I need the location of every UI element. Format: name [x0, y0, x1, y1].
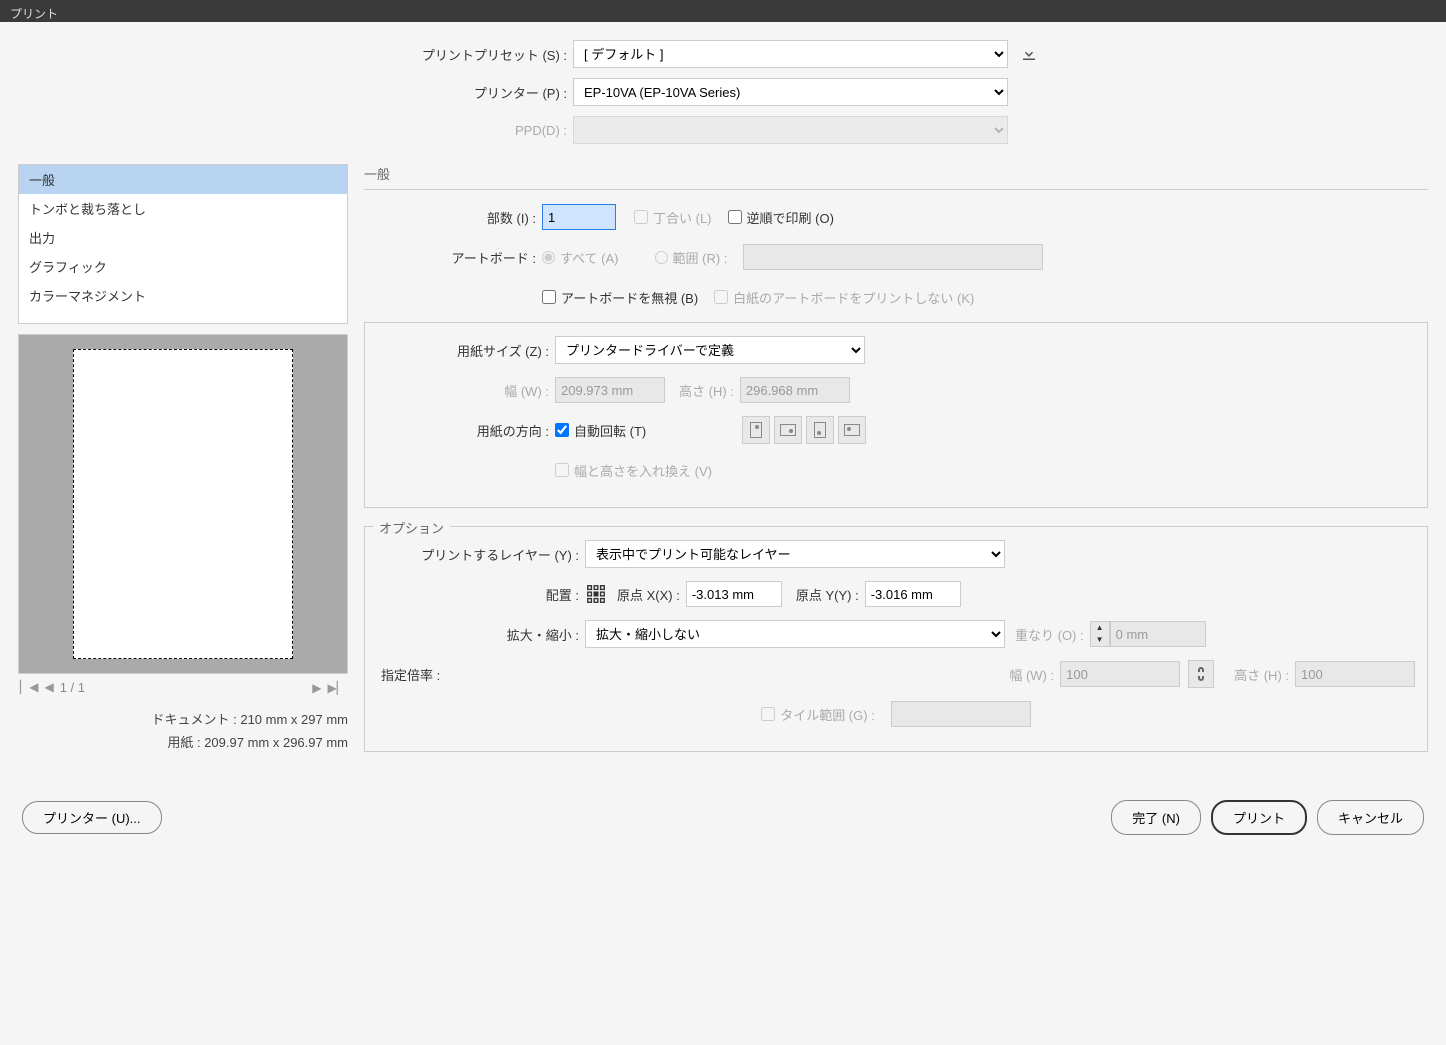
- tile-range-label: タイル範囲 (G) :: [780, 705, 875, 724]
- scale-h-input: [1295, 661, 1415, 687]
- skip-blank-label: 白紙のアートボードをプリントしない (K): [733, 288, 974, 307]
- cancel-button[interactable]: キャンセル: [1317, 800, 1424, 835]
- copies-label: 部数 (I) :: [364, 208, 542, 227]
- scale-w-input: [1060, 661, 1180, 687]
- origin-x-label: 原点 X(X) :: [617, 585, 680, 604]
- category-item-color[interactable]: カラーマネジメント: [19, 281, 347, 310]
- scale-label: 拡大・縮小 :: [377, 625, 585, 644]
- tile-range-input: [891, 701, 1031, 727]
- preview-box: [18, 334, 348, 674]
- category-item-graphics[interactable]: グラフィック: [19, 252, 347, 281]
- orient-landscape-left-icon: [774, 416, 802, 444]
- overlap-input: [1110, 621, 1206, 647]
- doc-value: 210 mm x 297 mm: [240, 712, 348, 727]
- ppd-select: [573, 116, 1008, 144]
- paper-label: 用紙 :: [167, 735, 200, 750]
- artboard-all-radio: [542, 251, 555, 264]
- ppd-label: PPD(D) :: [18, 123, 573, 138]
- save-preset-icon[interactable]: [1018, 43, 1040, 65]
- ignore-artboard-label: アートボードを無視 (B): [561, 288, 698, 307]
- artboard-label: アートボード :: [364, 248, 542, 267]
- ignore-artboard-checkbox[interactable]: [542, 290, 556, 304]
- auto-rotate-label: 自動回転 (T): [574, 421, 646, 440]
- reverse-label: 逆順で印刷 (O): [747, 208, 834, 227]
- preview-page: [73, 349, 293, 659]
- section-general: 一般: [364, 164, 1428, 190]
- layers-label: プリントするレイヤー (Y) :: [377, 545, 585, 564]
- printer-select[interactable]: EP-10VA (EP-10VA Series): [573, 78, 1008, 106]
- ratio-label: 指定倍率 :: [377, 665, 467, 684]
- skip-blank-checkbox: [714, 290, 728, 304]
- transpose-label: 幅と高さを入れ換え (V): [574, 461, 712, 480]
- nav-first-icon[interactable]: ▏◀: [20, 680, 38, 695]
- nav-prev-icon[interactable]: ◀: [44, 680, 53, 695]
- done-button[interactable]: 完了 (N): [1111, 800, 1201, 835]
- placement-label: 配置 :: [377, 585, 585, 604]
- dialog-title: プリント: [0, 0, 1446, 22]
- page-indicator: 1 / 1: [60, 680, 85, 695]
- overlap-label: 重なり (O) :: [1015, 625, 1084, 644]
- scale-h-label: 高さ (H) :: [1234, 665, 1289, 684]
- category-item-general[interactable]: 一般: [19, 165, 347, 194]
- orient-portrait-up-icon: [742, 416, 770, 444]
- origin-y-label: 原点 Y(Y) :: [796, 585, 859, 604]
- copies-input[interactable]: [542, 204, 616, 230]
- transpose-checkbox: [555, 463, 569, 477]
- placement-grid-icon[interactable]: [585, 583, 607, 605]
- category-list[interactable]: 一般 トンボと裁ち落とし 出力 グラフィック カラーマネジメント: [18, 164, 348, 324]
- doc-label: ドキュメント :: [151, 712, 236, 727]
- link-icon: [1188, 660, 1214, 688]
- category-item-marks[interactable]: トンボと裁ち落とし: [19, 194, 347, 223]
- overlap-stepper: ▲▼: [1090, 621, 1110, 647]
- paper-height-input: [740, 377, 850, 403]
- paper-value: 209.97 mm x 296.97 mm: [204, 735, 348, 750]
- paper-height-label: 高さ (H) :: [679, 381, 734, 400]
- collate-label: 丁合い (L): [653, 208, 712, 227]
- paper-width-label: 幅 (W) :: [377, 381, 555, 400]
- orient-landscape-right-icon: [838, 416, 866, 444]
- scale-w-label: 幅 (W) :: [1009, 665, 1054, 684]
- origin-x-input[interactable]: [686, 581, 782, 607]
- collate-checkbox: [634, 210, 648, 224]
- preset-select[interactable]: [ デフォルト ]: [573, 40, 1008, 68]
- paper-size-select[interactable]: プリンタードライバーで定義: [555, 336, 865, 364]
- preset-label: プリントプリセット (S) :: [18, 45, 573, 64]
- origin-y-input[interactable]: [865, 581, 961, 607]
- layers-select[interactable]: 表示中でプリント可能なレイヤー: [585, 540, 1005, 568]
- artboard-range-input: [743, 244, 1043, 270]
- tile-range-checkbox: [761, 707, 775, 721]
- printer-label: プリンター (P) :: [18, 83, 573, 102]
- orient-label: 用紙の方向 :: [377, 421, 555, 440]
- orient-portrait-down-icon: [806, 416, 834, 444]
- print-button[interactable]: プリント: [1211, 800, 1307, 835]
- section-options: オプション: [373, 518, 450, 537]
- category-item-output[interactable]: 出力: [19, 223, 347, 252]
- nav-next-icon[interactable]: ▶: [312, 681, 321, 695]
- nav-last-icon[interactable]: ▶▏: [328, 681, 346, 695]
- printer-settings-button[interactable]: プリンター (U)...: [22, 801, 162, 834]
- auto-rotate-checkbox[interactable]: [555, 423, 569, 437]
- reverse-checkbox[interactable]: [728, 210, 742, 224]
- artboard-range-radio: [655, 251, 668, 264]
- scale-select[interactable]: 拡大・縮小しない: [585, 620, 1005, 648]
- paper-width-input: [555, 377, 665, 403]
- paper-size-label: 用紙サイズ (Z) :: [377, 341, 555, 360]
